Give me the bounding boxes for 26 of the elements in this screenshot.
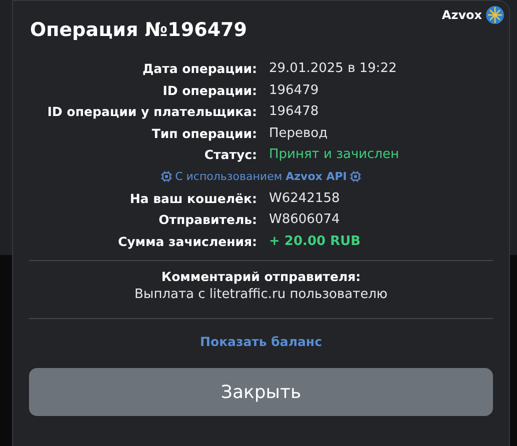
field-value: 196478 bbox=[269, 104, 319, 120]
field-label: Дата операции: bbox=[142, 61, 258, 76]
field-value: Принят и зачислен bbox=[269, 147, 400, 162]
field-label: Тип операции: bbox=[150, 126, 258, 141]
brand-name: Azvox bbox=[442, 8, 482, 22]
field-value: Перевод bbox=[269, 126, 328, 141]
show-balance-link[interactable]: Показать баланс bbox=[200, 334, 322, 349]
chip-icon bbox=[161, 171, 172, 182]
field-value: W6242158 bbox=[269, 190, 340, 206]
comment-label: Комментарий отправителя: bbox=[161, 269, 361, 284]
close-button[interactable]: Закрыть bbox=[29, 368, 493, 416]
field-label: На ваш кошелёк: bbox=[128, 190, 258, 206]
field-label: Статус: bbox=[203, 147, 258, 162]
dialog-title: Операция №196479 bbox=[29, 19, 248, 41]
field-value: 29.01.2025 в 19:22 bbox=[269, 61, 397, 76]
field-label: Отправитель: bbox=[158, 212, 258, 228]
field-value: 196479 bbox=[269, 82, 319, 98]
api-note: С использованием Azvox API bbox=[175, 170, 347, 183]
chip-icon bbox=[350, 171, 361, 182]
field-label: Сумма зачисления: bbox=[116, 234, 258, 249]
field-label: ID операции у плательщика: bbox=[46, 104, 258, 120]
comment-text: Выплата с litetraffic.ru пользователю bbox=[134, 287, 388, 302]
field-label: ID операции: bbox=[162, 82, 258, 98]
field-value: W8606074 bbox=[269, 212, 340, 228]
globe-icon bbox=[485, 5, 505, 25]
field-value: + 20.00 RUB bbox=[269, 234, 361, 249]
